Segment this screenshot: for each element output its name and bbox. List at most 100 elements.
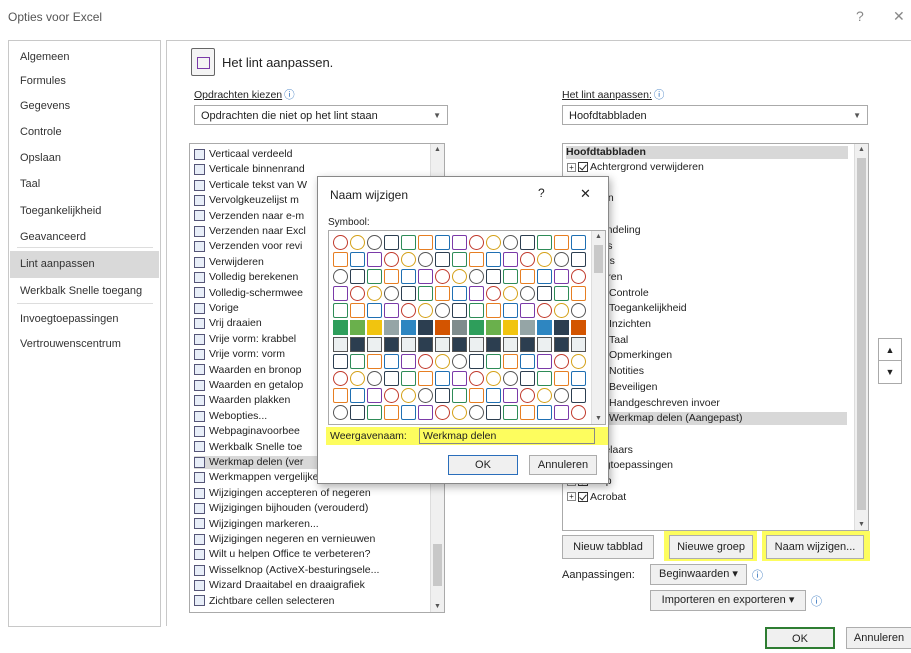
command-item[interactable]: Wijzigingen accepteren of negeren [194,487,428,500]
symbol-icon[interactable] [486,286,501,301]
command-item[interactable]: Wijzigingen markeren... [194,518,428,531]
symbol-icon[interactable] [554,354,569,369]
symbol-icon[interactable] [486,320,501,335]
tree-item[interactable]: Beveiligen [597,381,847,394]
symbol-icon[interactable] [401,303,416,318]
tree-item[interactable]: + Achtergrond verwijderen [567,161,847,174]
symbol-icon[interactable] [401,337,416,352]
symbol-icon[interactable] [469,252,484,267]
move-down-button[interactable]: ▼ [878,360,902,384]
command-item[interactable]: Verticale binnenrand [194,163,428,176]
symbol-icon[interactable] [452,235,467,250]
symbol-icon[interactable] [350,235,365,250]
import-export-button[interactable]: Importeren en exporteren ▾ [650,590,806,611]
symbol-icon[interactable] [537,252,552,267]
tree-item[interactable]: rt [581,177,847,190]
symbol-icon[interactable] [401,388,416,403]
symbol-icon[interactable] [435,388,450,403]
symbol-icon[interactable] [418,303,433,318]
symbol-icon[interactable] [333,320,348,335]
symbol-icon[interactable] [418,371,433,386]
symbol-icon[interactable] [469,235,484,250]
symbol-icon[interactable] [571,371,586,386]
tree-item[interactable]: Invoegtoepassingen [567,459,847,472]
symbol-icon[interactable] [554,252,569,267]
symbol-icon[interactable] [333,286,348,301]
symbol-icon[interactable] [469,337,484,352]
symbol-icon[interactable] [520,286,535,301]
symbol-grid[interactable]: ▲ ▼ [328,230,606,425]
close-button[interactable]: ✕ [893,8,905,25]
checkbox[interactable] [578,491,588,502]
symbol-icon[interactable] [503,337,518,352]
expand-icon[interactable]: + [567,162,576,172]
symbol-icon[interactable] [571,337,586,352]
symbol-icon[interactable] [469,269,484,284]
symbol-icon[interactable] [537,235,552,250]
nav-item-toegankelijkheid[interactable]: Toegankelijkheid [10,199,159,223]
symbol-icon[interactable] [435,303,450,318]
tree-item[interactable]: Controle [597,287,847,300]
symbol-icon[interactable] [435,405,450,420]
symbol-icon[interactable] [571,286,586,301]
scroll-thumb[interactable] [857,158,866,510]
tree-item[interactable]: ntroleren [581,271,847,284]
symbol-icon[interactable] [401,405,416,420]
symbol-icon[interactable] [571,235,586,250]
symbol-icon[interactable] [350,388,365,403]
command-item[interactable]: Verticaal verdeeld [194,148,428,161]
symbol-icon[interactable] [503,371,518,386]
symbol-icon[interactable] [486,371,501,386]
symbol-icon[interactable] [554,405,569,420]
symbol-icon[interactable] [401,371,416,386]
symbol-icon[interactable] [367,286,382,301]
symbol-icon[interactable] [554,388,569,403]
tree-item[interactable]: Inzichten [597,318,847,331]
nav-item-taal[interactable]: Taal [10,172,159,196]
tree-item[interactable]: Toegankelijkheid [597,302,847,315]
symbol-icon[interactable] [520,320,535,335]
symbol-icon[interactable] [384,269,399,284]
tree-item[interactable]: Handgeschreven invoer [597,397,847,410]
symbol-icon[interactable] [486,252,501,267]
command-item[interactable]: Wisselknop (ActiveX-besturingsele... [194,564,428,577]
symbol-icon[interactable] [350,371,365,386]
expand-icon[interactable]: + [567,492,576,502]
symbol-icon[interactable] [367,354,382,369]
symbol-icon[interactable] [384,303,399,318]
symbol-icon[interactable] [401,320,416,335]
move-up-button[interactable]: ▲ [878,338,902,362]
symbol-icon[interactable] [418,354,433,369]
tree-item[interactable]: Werkmap delen (Aangepast) [597,412,847,426]
tree-item[interactable]: gevens [581,255,847,268]
dialog-close-button[interactable]: ✕ [580,186,591,202]
nav-item-gegevens[interactable]: Gegevens [10,94,159,118]
symbol-icon[interactable] [469,371,484,386]
symbol-icon[interactable] [486,388,501,403]
tree-item[interactable]: Opmerkingen [597,349,847,362]
symbol-icon[interactable] [537,286,552,301]
symbol-icon[interactable] [367,337,382,352]
command-item[interactable]: Wilt u helpen Office te verbeteren? [194,548,428,561]
symbol-icon[interactable] [520,354,535,369]
rename-button[interactable]: Naam wijzigen... [766,535,864,559]
symbol-icon[interactable] [486,337,501,352]
symbol-icon[interactable] [503,303,518,318]
symbol-icon[interactable] [384,405,399,420]
nav-item-algemeen[interactable]: Algemeen [10,45,159,69]
symbol-icon[interactable] [401,235,416,250]
symbol-icon[interactable] [384,388,399,403]
nav-item-controle[interactable]: Controle [10,120,159,144]
symbol-icon[interactable] [571,354,586,369]
symbol-icon[interactable] [384,252,399,267]
symbol-icon[interactable] [486,269,501,284]
nav-item-werkbalk[interactable]: Werkbalk Snelle toegang [10,279,159,303]
symbol-icon[interactable] [503,286,518,301]
symbol-icon[interactable] [333,371,348,386]
command-item[interactable]: Zichtbare cellen selecteren [194,595,428,608]
symbol-icon[interactable] [435,354,450,369]
symbol-icon[interactable] [333,337,348,352]
tree-item[interactable]: Notities [597,365,847,378]
symbol-icon[interactable] [520,252,535,267]
nav-item-formules[interactable]: Formules [10,69,159,93]
